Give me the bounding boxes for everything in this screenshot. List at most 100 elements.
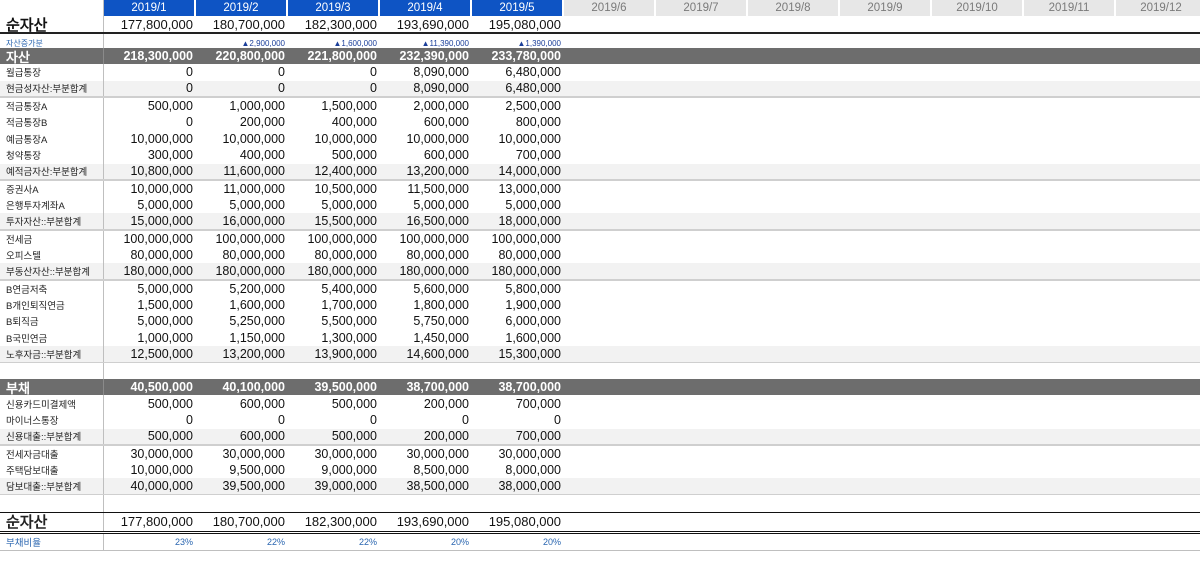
value-cell[interactable]: 10,000,000 (380, 130, 472, 147)
value-cell[interactable]: 180,700,000 (196, 513, 288, 531)
month-header-2019-12[interactable]: 2019/12 (1116, 0, 1200, 16)
value-cell[interactable]: 180,000,000 (104, 263, 196, 279)
value-cell[interactable]: 0 (104, 64, 196, 81)
value-cell[interactable]: 500,000 (288, 147, 380, 164)
value-cell[interactable]: 39,500,000 (288, 379, 380, 395)
value-cell[interactable]: 700,000 (472, 395, 564, 412)
value-cell[interactable]: ▲2,900,000 (196, 38, 288, 48)
value-cell[interactable]: 10,000,000 (104, 130, 196, 147)
month-header-2019-9[interactable]: 2019/9 (840, 0, 932, 16)
value-cell[interactable]: 11,600,000 (196, 164, 288, 180)
value-cell[interactable]: 218,300,000 (104, 48, 196, 64)
value-cell[interactable]: 500,000 (104, 429, 196, 445)
value-cell[interactable]: 600,000 (196, 395, 288, 412)
value-cell[interactable]: 400,000 (196, 147, 288, 164)
value-cell[interactable]: 1,700,000 (288, 296, 380, 313)
value-cell[interactable]: 10,000,000 (196, 130, 288, 147)
value-cell[interactable]: 182,300,000 (288, 16, 380, 32)
value-cell[interactable]: 0 (380, 412, 472, 429)
value-cell[interactable]: 0 (472, 412, 564, 429)
value-cell[interactable]: 100,000,000 (472, 231, 564, 247)
value-cell[interactable]: 80,000,000 (196, 247, 288, 264)
value-cell[interactable]: 10,000,000 (472, 130, 564, 147)
value-cell[interactable]: 177,800,000 (104, 513, 196, 531)
value-cell[interactable]: 180,700,000 (196, 16, 288, 32)
value-cell[interactable]: 5,400,000 (288, 281, 380, 297)
value-cell[interactable]: 80,000,000 (104, 247, 196, 264)
value-cell[interactable]: 182,300,000 (288, 513, 380, 531)
value-cell[interactable]: 0 (104, 81, 196, 97)
value-cell[interactable]: 8,000,000 (472, 462, 564, 479)
value-cell[interactable]: 5,000,000 (104, 313, 196, 330)
value-cell[interactable]: 6,000,000 (472, 313, 564, 330)
value-cell[interactable]: 5,000,000 (472, 197, 564, 214)
value-cell[interactable]: 0 (196, 64, 288, 81)
value-cell[interactable]: 30,000,000 (288, 446, 380, 462)
value-cell[interactable]: 20% (380, 534, 472, 550)
value-cell[interactable]: 9,500,000 (196, 462, 288, 479)
value-cell[interactable]: 100,000,000 (288, 231, 380, 247)
value-cell[interactable]: 200,000 (196, 114, 288, 131)
value-cell[interactable]: 22% (196, 534, 288, 550)
value-cell[interactable]: 100,000,000 (380, 231, 472, 247)
value-cell[interactable]: 11,000,000 (196, 181, 288, 197)
value-cell[interactable]: 700,000 (472, 429, 564, 445)
value-cell[interactable]: 1,900,000 (472, 296, 564, 313)
value-cell[interactable]: 10,000,000 (104, 181, 196, 197)
value-cell[interactable]: 2,500,000 (472, 98, 564, 114)
value-cell[interactable]: 40,500,000 (104, 379, 196, 395)
value-cell[interactable]: 1,500,000 (104, 296, 196, 313)
value-cell[interactable]: 13,900,000 (288, 346, 380, 362)
value-cell[interactable]: 40,100,000 (196, 379, 288, 395)
value-cell[interactable]: 0 (288, 412, 380, 429)
value-cell[interactable]: 30,000,000 (472, 446, 564, 462)
value-cell[interactable]: 18,000,000 (472, 213, 564, 229)
month-header-2019-8[interactable]: 2019/8 (748, 0, 840, 16)
value-cell[interactable]: 11,500,000 (380, 181, 472, 197)
value-cell[interactable]: 500,000 (104, 395, 196, 412)
value-cell[interactable]: 15,500,000 (288, 213, 380, 229)
value-cell[interactable]: 232,390,000 (380, 48, 472, 64)
month-header-2019-4[interactable]: 2019/4 (380, 0, 472, 16)
value-cell[interactable]: 1,450,000 (380, 330, 472, 347)
value-cell[interactable]: 180,000,000 (380, 263, 472, 279)
value-cell[interactable]: 1,600,000 (472, 330, 564, 347)
value-cell[interactable]: 5,250,000 (196, 313, 288, 330)
value-cell[interactable]: 13,200,000 (196, 346, 288, 362)
value-cell[interactable]: 23% (104, 534, 196, 550)
value-cell[interactable]: 10,000,000 (288, 130, 380, 147)
value-cell[interactable]: 700,000 (472, 147, 564, 164)
value-cell[interactable]: 233,780,000 (472, 48, 564, 64)
value-cell[interactable]: 195,080,000 (472, 16, 564, 32)
value-cell[interactable]: 40,000,000 (104, 478, 196, 494)
value-cell[interactable]: 38,700,000 (380, 379, 472, 395)
value-cell[interactable]: 180,000,000 (472, 263, 564, 279)
value-cell[interactable]: 5,500,000 (288, 313, 380, 330)
value-cell[interactable]: 30,000,000 (104, 446, 196, 462)
value-cell[interactable]: 300,000 (104, 147, 196, 164)
value-cell[interactable]: 200,000 (380, 395, 472, 412)
value-cell[interactable]: 13,200,000 (380, 164, 472, 180)
value-cell[interactable]: 80,000,000 (380, 247, 472, 264)
month-header-2019-11[interactable]: 2019/11 (1024, 0, 1116, 16)
value-cell[interactable]: 8,090,000 (380, 64, 472, 81)
value-cell[interactable]: 177,800,000 (104, 16, 196, 32)
value-cell[interactable]: 600,000 (380, 147, 472, 164)
value-cell[interactable]: 180,000,000 (288, 263, 380, 279)
value-cell[interactable]: 30,000,000 (380, 446, 472, 462)
value-cell[interactable]: ▲1,390,000 (472, 38, 564, 48)
value-cell[interactable]: 6,480,000 (472, 64, 564, 81)
value-cell[interactable]: 20% (472, 534, 564, 550)
value-cell[interactable]: 39,000,000 (288, 478, 380, 494)
month-header-2019-2[interactable]: 2019/2 (196, 0, 288, 16)
value-cell[interactable]: 0 (288, 81, 380, 97)
value-cell[interactable]: 10,500,000 (288, 181, 380, 197)
value-cell[interactable]: 1,150,000 (196, 330, 288, 347)
month-header-2019-6[interactable]: 2019/6 (564, 0, 656, 16)
value-cell[interactable]: 16,000,000 (196, 213, 288, 229)
value-cell[interactable]: 5,000,000 (380, 197, 472, 214)
value-cell[interactable]: 38,500,000 (380, 478, 472, 494)
value-cell[interactable]: 193,690,000 (380, 513, 472, 531)
month-header-2019-10[interactable]: 2019/10 (932, 0, 1024, 16)
value-cell[interactable]: 1,600,000 (196, 296, 288, 313)
